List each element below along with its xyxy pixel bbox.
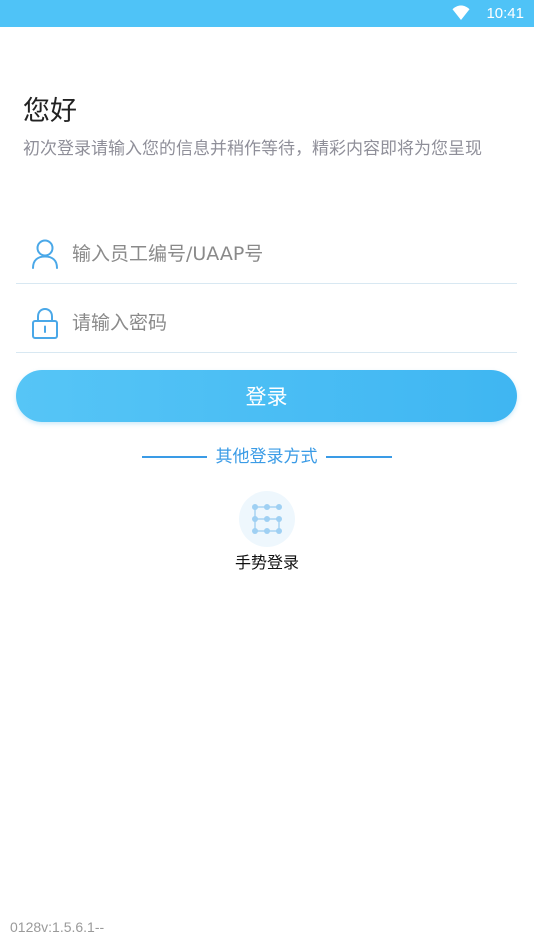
user-icon <box>32 239 58 269</box>
greeting-title: 您好 <box>23 96 77 127</box>
gesture-login-button[interactable] <box>239 491 295 547</box>
divider-line-left <box>142 456 207 458</box>
gesture-pattern-icon <box>252 504 282 534</box>
greeting-subtitle: 初次登录请输入您的信息并稍作等待，精彩内容即将为您呈现 <box>23 139 482 159</box>
divider-line-right <box>326 456 392 458</box>
other-login-label: 其他登录方式 <box>215 447 318 467</box>
password-field-row <box>16 285 517 353</box>
lock-icon <box>32 307 58 339</box>
login-button[interactable]: 登录 <box>16 370 517 422</box>
username-input[interactable] <box>72 234 502 274</box>
username-field-row <box>16 216 517 284</box>
status-time: 10:41 <box>486 5 524 22</box>
gesture-login-label: 手势登录 <box>234 553 299 572</box>
version-text: 0128v:1.5.6.1-- <box>10 919 105 935</box>
password-input[interactable] <box>72 303 502 343</box>
wifi-icon <box>452 5 470 20</box>
status-bar: 10:41 <box>0 0 534 27</box>
